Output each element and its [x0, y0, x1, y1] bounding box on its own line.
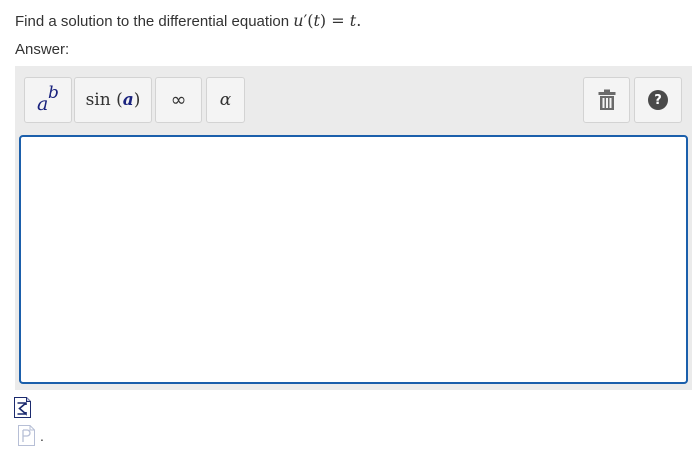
help-icon: ? — [648, 90, 668, 110]
sin-label: sin (a) — [85, 90, 141, 110]
trailing-dot: . — [40, 428, 44, 444]
answer-input[interactable] — [19, 135, 688, 384]
clear-button[interactable] — [583, 77, 630, 123]
help-button[interactable]: ? — [634, 77, 682, 123]
eq-period: . — [356, 11, 362, 30]
eq-func: u — [293, 11, 304, 30]
infinity-button[interactable]: ∞ — [155, 77, 202, 123]
question-equation: u′(t) = t. — [293, 11, 362, 30]
infinity-icon: ∞ — [170, 89, 187, 111]
math-editor: a b sin (a) ∞ α ? — [15, 66, 692, 390]
question-text: Find a solution to the differential equa… — [15, 11, 361, 30]
alpha-icon: α — [219, 90, 232, 110]
trash-icon — [598, 89, 615, 110]
equation-sigma-icon[interactable] — [14, 397, 31, 418]
answer-label: Answer: — [15, 41, 70, 58]
power-button[interactable]: a b — [24, 77, 72, 123]
power-template-icon: a b — [37, 83, 59, 115]
greek-button[interactable]: α — [206, 77, 245, 123]
sin-button[interactable]: sin (a) — [74, 77, 152, 123]
page-icon[interactable] — [18, 425, 35, 446]
question-prompt: Find a solution to the differential equa… — [15, 13, 290, 30]
